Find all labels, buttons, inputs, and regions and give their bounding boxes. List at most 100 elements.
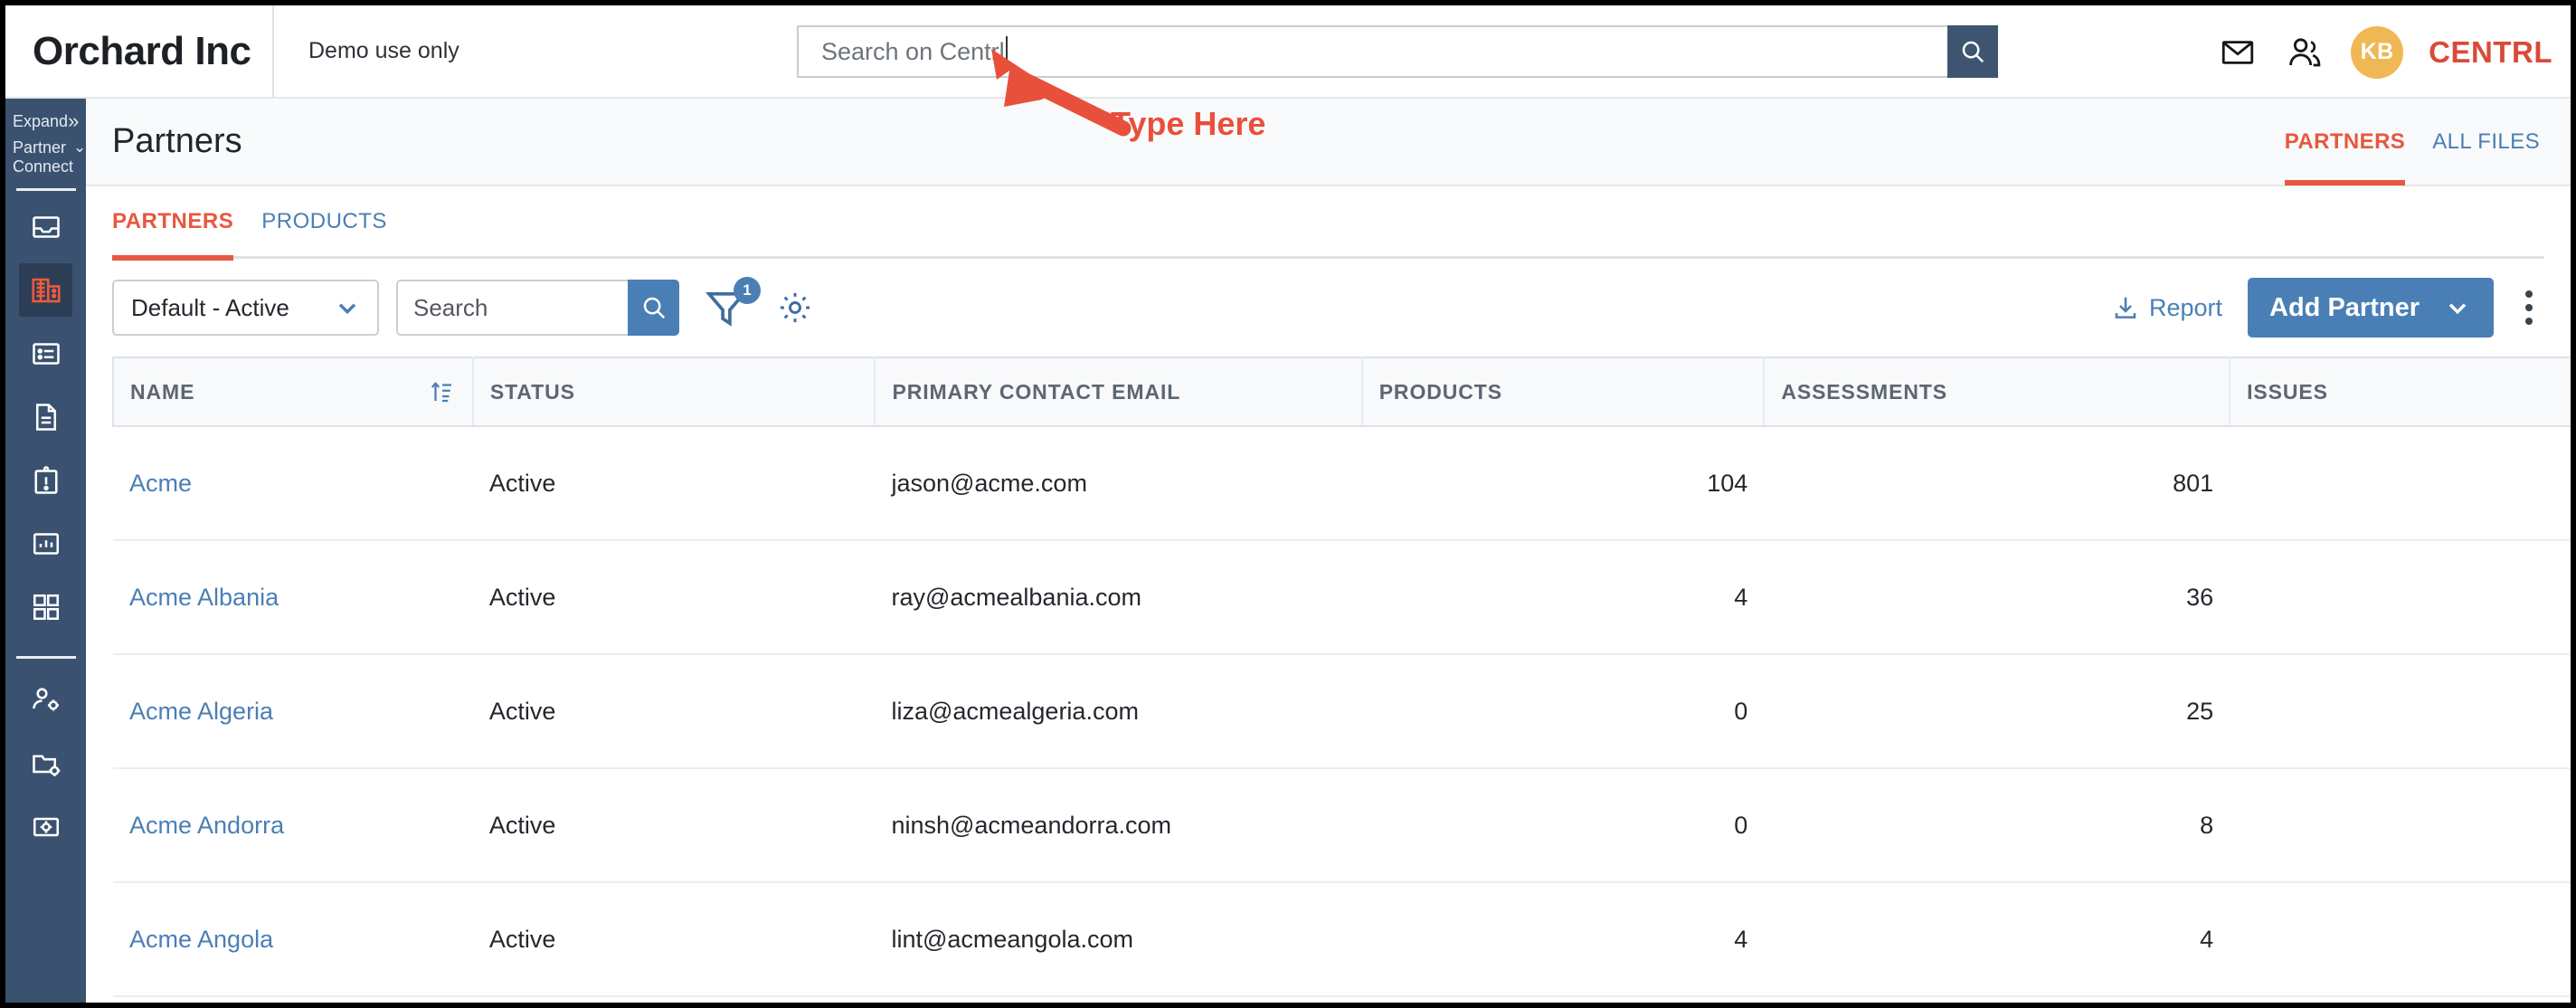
- sidebar-item-lists[interactable]: [19, 327, 72, 380]
- cell-assessments: 36: [1764, 540, 2230, 655]
- grid-apps-icon: [33, 594, 59, 620]
- column-header-name[interactable]: NAME: [112, 357, 474, 427]
- global-search-placeholder: Search on Centrl: [821, 37, 1005, 65]
- products-count[interactable]: 0: [1734, 812, 1747, 839]
- left-sidebar: Expand » Partner Connect ⌄: [5, 99, 86, 1003]
- view-select[interactable]: Default - Active: [112, 280, 379, 336]
- chevron-down-icon: ⌄: [73, 138, 87, 156]
- products-count[interactable]: 4: [1734, 584, 1747, 611]
- main-content: Partners PARTNERS ALL FILES PARTNERS PRO…: [86, 99, 2571, 1003]
- column-header-products[interactable]: PRODUCTS: [1361, 357, 1766, 427]
- sidebar-item-apps[interactable]: [19, 580, 72, 633]
- sidebar-item-inbox[interactable]: [19, 200, 72, 253]
- search-icon: [1962, 41, 1984, 63]
- column-header-status-label: STATUS: [489, 379, 575, 404]
- partner-link[interactable]: Acme Angola: [129, 926, 273, 953]
- products-count[interactable]: 4: [1734, 926, 1747, 953]
- report-label: Report: [2148, 293, 2223, 321]
- cell-products: 4: [1361, 882, 1765, 997]
- clipboard-alert-icon: [33, 466, 58, 494]
- column-header-issues[interactable]: ISSUES: [2230, 357, 2571, 427]
- cell-status: Active: [472, 882, 876, 997]
- messages-button[interactable]: [2217, 32, 2259, 73]
- column-header-email-label: PRIMARY CONTACT EMAIL: [892, 379, 1181, 404]
- demo-use-note: Demo use only: [308, 38, 459, 63]
- assessments-count[interactable]: 25: [2186, 698, 2213, 725]
- sidebar-item-issues[interactable]: [19, 453, 72, 507]
- sidebar-item-folder-settings[interactable]: [19, 737, 72, 790]
- cell-status: Active: [472, 540, 876, 655]
- cell-name: Acme Albania: [113, 540, 473, 655]
- column-header-status[interactable]: STATUS: [472, 357, 876, 427]
- cell-email: ninsh@acmeandorra.com: [875, 768, 1362, 883]
- table-search-input[interactable]: Search: [396, 280, 628, 336]
- filter-button[interactable]: 1: [703, 277, 761, 331]
- table-search-placeholder: Search: [413, 293, 488, 321]
- table-header-row: NAME STATUS PRIMARY CONTACT EMAIL PRODUC…: [112, 357, 2571, 427]
- tab-products-label: PRODUCTS: [261, 208, 387, 233]
- contacts-button[interactable]: [2284, 32, 2325, 73]
- add-partner-button[interactable]: Add Partner: [2248, 278, 2494, 338]
- sidebar-section-partner-connect[interactable]: Partner Connect ⌄: [5, 131, 86, 176]
- partner-link[interactable]: Acme Albania: [129, 584, 279, 611]
- table-row[interactable]: Acme Algeria Active liza@acmealgeria.com…: [113, 654, 2571, 769]
- avatar[interactable]: KB: [2351, 25, 2404, 79]
- header-right-actions: KB CENTRL: [2217, 5, 2560, 99]
- more-vertical-icon: [2525, 290, 2533, 298]
- top-tab-all-files[interactable]: ALL FILES: [2432, 98, 2540, 185]
- assessments-count[interactable]: 4: [2200, 926, 2213, 953]
- cell-issues: [2230, 882, 2571, 997]
- report-button[interactable]: Report: [2111, 293, 2222, 322]
- table-row[interactable]: Acme Angola Active lint@acmeangola.com 4…: [113, 882, 2571, 997]
- partners-table: NAME STATUS PRIMARY CONTACT EMAIL PRODUC…: [112, 357, 2571, 997]
- cell-assessments: 801: [1764, 426, 2230, 541]
- assessments-count[interactable]: 801: [2173, 470, 2213, 497]
- table-row[interactable]: Acme Active jason@acme.com 104 801: [113, 426, 2571, 541]
- top-tab-partners[interactable]: PARTNERS: [2284, 98, 2406, 185]
- sidebar-divider-top: [15, 188, 76, 192]
- sidebar-expand-toggle[interactable]: Expand »: [5, 99, 86, 131]
- cell-email: liza@acmealgeria.com: [875, 654, 1362, 769]
- global-search-button[interactable]: [1947, 25, 1998, 78]
- page-header: Partners PARTNERS ALL FILES: [86, 99, 2571, 186]
- table-settings-button[interactable]: [775, 288, 815, 328]
- table-search-button[interactable]: [628, 280, 679, 336]
- bar-chart-icon: [33, 533, 59, 555]
- chevron-down-icon: [338, 303, 356, 315]
- partner-link[interactable]: Acme: [129, 470, 192, 497]
- global-search-input[interactable]: Search on Centrl: [797, 25, 1947, 78]
- page-title: Partners: [112, 122, 242, 160]
- column-header-name-label: NAME: [130, 379, 195, 404]
- products-count[interactable]: 0: [1734, 698, 1747, 725]
- cell-issues: [2230, 768, 2571, 883]
- sort-ascending-icon: [431, 382, 451, 403]
- sidebar-item-reports[interactable]: [19, 517, 72, 570]
- table-header: NAME STATUS PRIMARY CONTACT EMAIL PRODUC…: [112, 357, 2571, 427]
- products-count[interactable]: 104: [1707, 470, 1747, 497]
- list-icon: [32, 343, 60, 365]
- tab-partners[interactable]: PARTNERS: [112, 185, 234, 261]
- column-header-assessments[interactable]: ASSESSMENTS: [1764, 357, 2231, 427]
- people-icon: [2289, 37, 2321, 66]
- search-icon: [643, 297, 665, 319]
- more-options-button[interactable]: [2514, 281, 2544, 335]
- cell-issues: [2230, 654, 2571, 769]
- cell-assessments: 8: [1764, 768, 2230, 883]
- cell-assessments: 4: [1764, 882, 2230, 997]
- sidebar-item-settings[interactable]: [19, 800, 72, 853]
- tab-partners-label: PARTNERS: [112, 208, 234, 233]
- sidebar-item-documents[interactable]: [19, 390, 72, 443]
- app-window: Orchard Inc Demo use only Search on Cent…: [0, 0, 2576, 1008]
- partner-link[interactable]: Acme Andorra: [129, 812, 284, 839]
- tab-products[interactable]: PRODUCTS: [261, 185, 387, 258]
- table-row[interactable]: Acme Andorra Active ninsh@acmeandorra.co…: [113, 768, 2571, 883]
- cell-email: jason@acme.com: [875, 426, 1362, 541]
- column-header-email[interactable]: PRIMARY CONTACT EMAIL: [875, 357, 1363, 427]
- partner-link[interactable]: Acme Algeria: [129, 698, 273, 725]
- sidebar-item-partners[interactable]: [19, 263, 72, 318]
- table-row[interactable]: Acme Albania Active ray@acmealbania.com …: [113, 540, 2571, 655]
- cell-assessments: 25: [1764, 654, 2230, 769]
- assessments-count[interactable]: 8: [2200, 812, 2213, 839]
- assessments-count[interactable]: 36: [2186, 584, 2213, 611]
- sidebar-item-user-settings[interactable]: [19, 673, 72, 727]
